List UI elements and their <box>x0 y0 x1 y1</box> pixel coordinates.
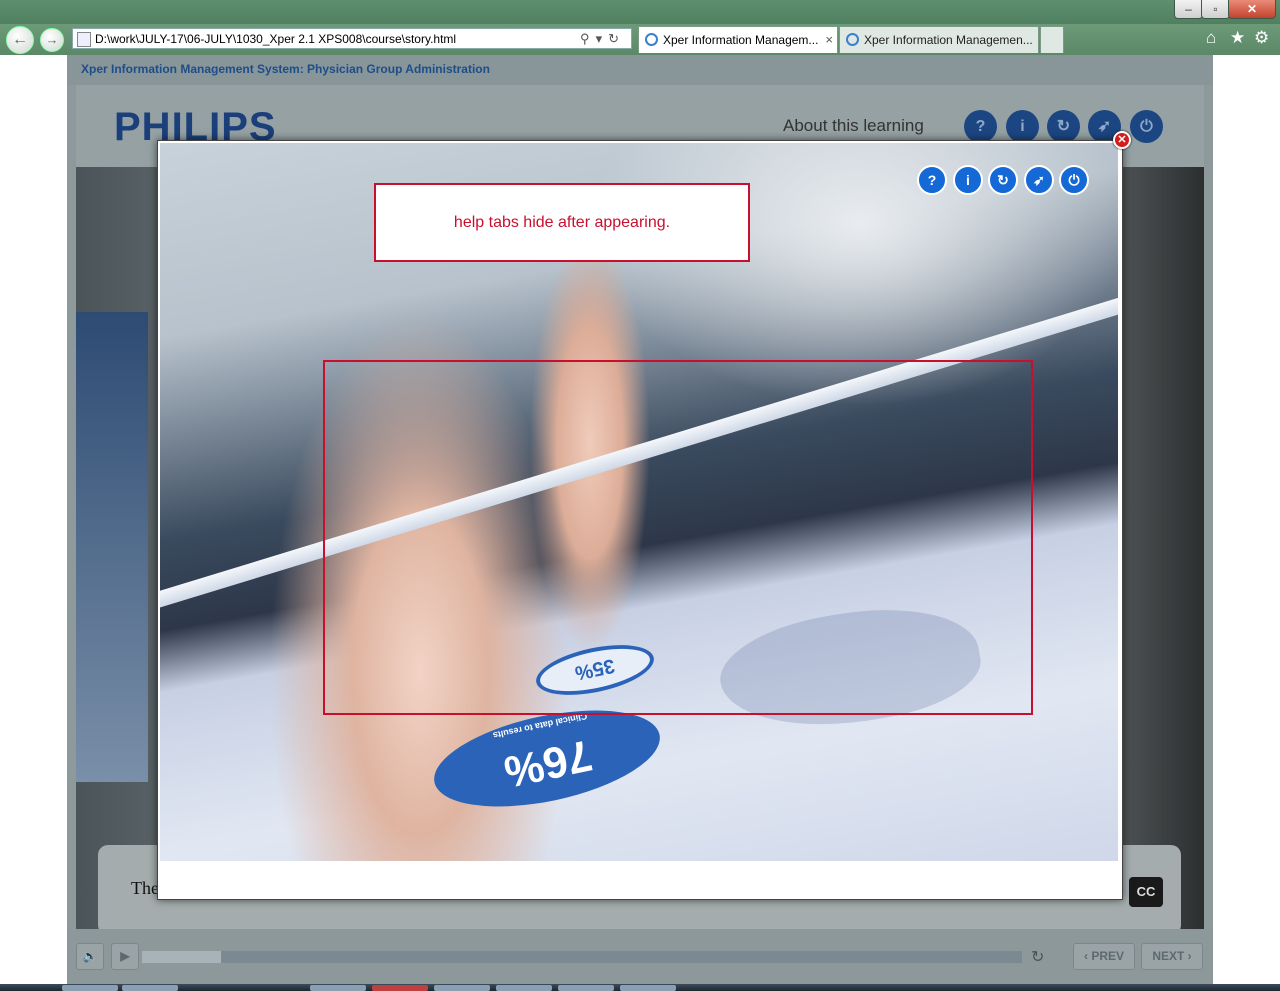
modal-power-button[interactable]: ⏻ <box>1059 165 1089 195</box>
header-info-button[interactable]: i <box>1006 110 1039 143</box>
modal-help-button[interactable]: ? <box>917 165 947 195</box>
help-note-box: help tabs hide after appearing. <box>374 183 750 262</box>
maximize-button[interactable]: ▫ <box>1201 0 1230 19</box>
slide-photo: 35% 76% Clinical data to results ? i ↻ ➶… <box>160 143 1118 861</box>
tab-story-inactive[interactable]: Xper Information Managemen... <box>839 26 1039 53</box>
favorites-star-icon[interactable]: ★ <box>1230 28 1245 48</box>
app-title: Xper Information Management System: Phys… <box>81 62 490 76</box>
caption-text: The <box>131 878 159 898</box>
address-text: D:\work\JULY-17\06-JULY\1030_Xper 2.1 XP… <box>95 32 457 46</box>
header-help-button[interactable]: ? <box>964 110 997 143</box>
address-bar[interactable]: D:\work\JULY-17\06-JULY\1030_Xper 2.1 XP… <box>72 28 632 49</box>
taskbar-item[interactable] <box>122 985 178 991</box>
player-controls: 🔈 ▶ ↻ ‹ PREV NEXT › <box>67 929 1213 984</box>
play-button[interactable]: ▶ <box>111 943 139 970</box>
tab-label: Xper Information Managemen... <box>864 33 1033 47</box>
tab-close-icon[interactable]: × <box>825 27 833 53</box>
header-power-button[interactable]: ⏻ <box>1130 110 1163 143</box>
about-learning-label: About this learning <box>783 116 924 135</box>
modal-compass-button[interactable]: ➶ <box>1024 165 1054 195</box>
next-button[interactable]: NEXT › <box>1141 943 1203 970</box>
taskbar-item[interactable] <box>496 985 552 991</box>
app-title-bar: Xper Information Management System: Phys… <box>67 55 1213 85</box>
back-arrow-icon: ← <box>12 31 28 48</box>
new-tab-button[interactable] <box>1040 26 1064 53</box>
lightbox-modal: 35% 76% Clinical data to results ? i ↻ ➶… <box>157 140 1123 900</box>
taskbar-item[interactable] <box>62 985 118 991</box>
taskbar-item[interactable] <box>310 985 366 991</box>
home-icon[interactable]: ⌂ <box>1206 28 1216 48</box>
ie-icon <box>846 33 859 46</box>
taskbar-item[interactable] <box>558 985 614 991</box>
speaker-icon: 🔈 <box>82 949 98 963</box>
closed-captions-button[interactable]: CC <box>1129 877 1163 907</box>
highlight-box <box>323 360 1033 715</box>
address-tools[interactable]: ⚲▾↻ <box>580 29 625 49</box>
minimize-button[interactable]: – <box>1174 0 1203 19</box>
tab-story-active[interactable]: Xper Information Managem... × <box>638 26 838 53</box>
modal-replay-button[interactable]: ↻ <box>988 165 1018 195</box>
taskbar-item[interactable] <box>434 985 490 991</box>
help-note-text: help tabs hide after appearing. <box>453 214 671 231</box>
header-replay-button[interactable]: ↻ <box>1047 110 1080 143</box>
taskbar-item[interactable] <box>372 985 428 991</box>
search-icon[interactable]: ⚲ <box>580 31 596 46</box>
ie-icon <box>645 33 658 46</box>
prev-button[interactable]: ‹ PREV <box>1073 943 1135 970</box>
close-window-button[interactable]: ✕ <box>1228 0 1276 19</box>
play-icon: ▶ <box>120 949 130 963</box>
taskbar-item[interactable] <box>620 985 676 991</box>
forward-button[interactable]: → <box>40 28 64 52</box>
seek-bar[interactable] <box>142 951 1022 963</box>
volume-button[interactable]: 🔈 <box>76 943 104 970</box>
modal-info-button[interactable]: i <box>953 165 983 195</box>
settings-gear-icon[interactable]: ⚙ <box>1254 28 1269 48</box>
background-monitor <box>76 312 148 782</box>
replay-icon[interactable]: ↻ <box>1031 947 1044 967</box>
page-icon <box>77 32 91 47</box>
refresh-icon[interactable]: ↻ <box>608 31 625 46</box>
seek-progress <box>142 951 222 963</box>
modal-close-button[interactable]: ✕ <box>1113 131 1131 149</box>
back-button[interactable]: ← <box>6 26 34 54</box>
forward-arrow-icon: → <box>45 32 59 47</box>
tab-label: Xper Information Managem... <box>663 33 819 47</box>
dropdown-icon[interactable]: ▾ <box>596 31 609 46</box>
